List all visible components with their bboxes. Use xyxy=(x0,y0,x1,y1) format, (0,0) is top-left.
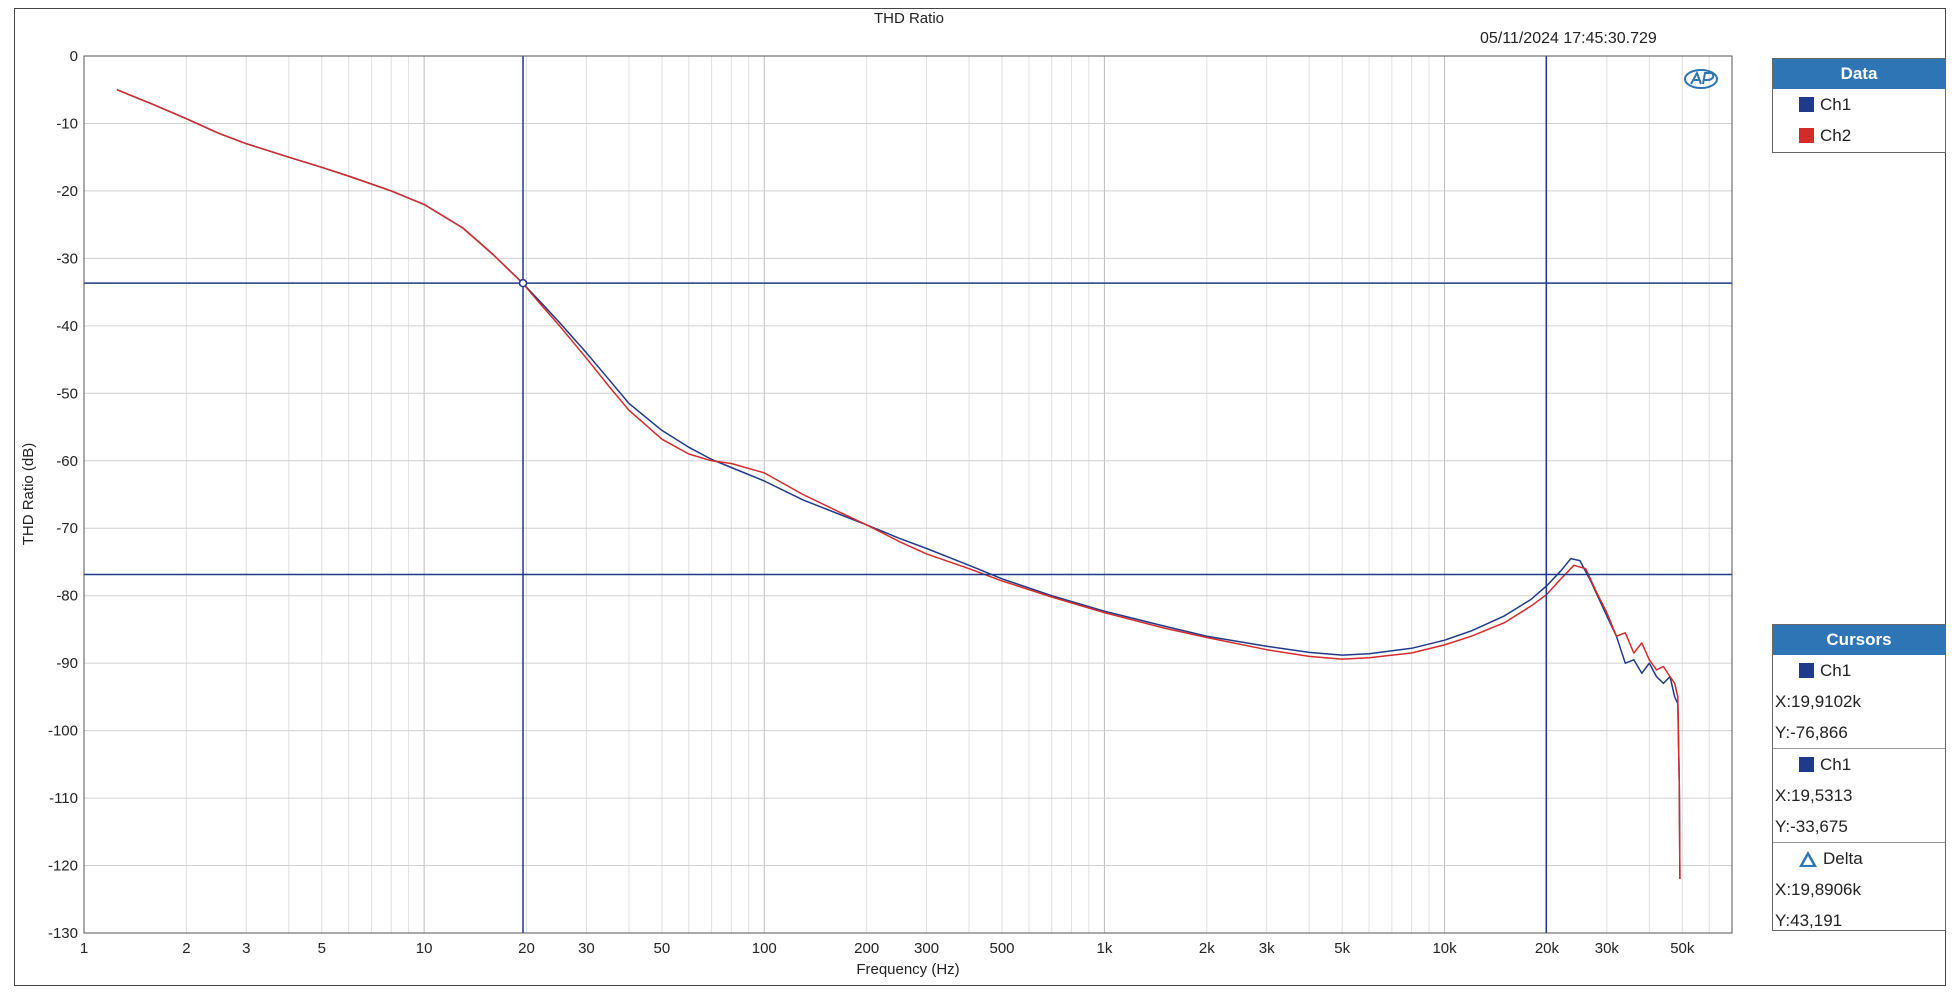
y-tick-label: -20 xyxy=(56,183,78,200)
x-tick-label: 20k xyxy=(1535,940,1560,957)
x-tick-label: 1 xyxy=(80,940,88,957)
y-tick-label: -110 xyxy=(49,790,78,807)
y-tick-label: -100 xyxy=(48,723,78,740)
ch2-swatch-icon xyxy=(1799,128,1814,143)
cursor-2-label: Ch1 xyxy=(1820,754,1852,774)
grid xyxy=(83,55,1733,934)
delta-triangle-icon xyxy=(1799,850,1817,867)
series-line-ch1 xyxy=(116,89,1681,880)
y-tick-label: -30 xyxy=(56,250,78,267)
cursor-layer[interactable] xyxy=(84,56,1732,933)
y-tick-label: -80 xyxy=(56,588,78,605)
y-tick-label: -120 xyxy=(48,858,78,875)
delta-channel: Delta xyxy=(1773,843,1945,874)
delta-y: Y:43,191 xyxy=(1775,910,1843,930)
y-tick-label: -60 xyxy=(56,453,78,470)
x-tick-label: 500 xyxy=(990,940,1015,957)
ch1-swatch-icon xyxy=(1799,97,1814,112)
delta-label: Delta xyxy=(1823,848,1863,868)
y-tick-label: 0 xyxy=(70,48,78,65)
cursor-2-swatch-icon xyxy=(1799,757,1814,772)
x-tick-label: 30 xyxy=(578,940,595,957)
x-tick-label: 100 xyxy=(752,940,777,957)
cursor-1-swatch-icon xyxy=(1799,663,1814,678)
legend-item-ch1[interactable]: Ch1 xyxy=(1773,89,1945,120)
x-tick-label: 10k xyxy=(1432,940,1457,957)
x-tick-label: 2k xyxy=(1199,940,1215,957)
x-tick-label: 3k xyxy=(1259,940,1275,957)
chart-title: THD Ratio xyxy=(874,10,944,27)
legend-item-ch2[interactable]: Ch2 xyxy=(1773,120,1945,151)
cursor-1-x: X:19,9102k xyxy=(1775,691,1862,711)
series-line-ch2 xyxy=(116,89,1681,880)
cursor-1-channel: Ch1 xyxy=(1773,655,1945,686)
x-tick-label: 50 xyxy=(654,940,671,957)
x-tick-label: 2 xyxy=(182,940,190,957)
cursor-1-label: Ch1 xyxy=(1820,660,1852,680)
legend-title: Data xyxy=(1773,59,1945,89)
series-layer xyxy=(116,89,1681,880)
cursor-2-channel: Ch1 xyxy=(1773,749,1945,780)
x-tick-label: 30k xyxy=(1595,940,1620,957)
cursors-title: Cursors xyxy=(1773,625,1945,655)
y-tick-label: -90 xyxy=(56,655,78,672)
x-tick-label: 50k xyxy=(1670,940,1695,957)
delta-group[interactable]: Delta X:19,8906k Y:43,191 xyxy=(1773,843,1945,936)
y-axis-label: THD Ratio (dB) xyxy=(20,443,37,546)
legend-label-ch1: Ch1 xyxy=(1820,94,1852,114)
cursors-panel: Cursors Ch1 X:19,9102k Y:-76,866 Ch1 X:1… xyxy=(1772,624,1946,931)
y-tick-label: -50 xyxy=(56,385,78,402)
x-tick-label: 200 xyxy=(854,940,879,957)
cursor-2-x: X:19,5313 xyxy=(1775,785,1853,805)
delta-x: X:19,8906k xyxy=(1775,879,1862,899)
cursor-marker xyxy=(518,278,528,288)
x-tick-label: 300 xyxy=(914,940,939,957)
x-tick-label: 1k xyxy=(1096,940,1112,957)
legend-label-ch2: Ch2 xyxy=(1820,125,1852,145)
y-tick-label: -40 xyxy=(56,318,78,335)
cursor-2-y: Y:-33,675 xyxy=(1775,816,1848,836)
ap-logo-icon xyxy=(1684,69,1718,89)
x-tick-label: 5k xyxy=(1334,940,1350,957)
axis-ticks: 1 2 3 5 10 20 30 50 100 200 300 500 1k 2k 3k 5k 10k 20k 30… xyxy=(48,48,1695,957)
x-tick-label: 20 xyxy=(518,940,535,957)
x-tick-label: 5 xyxy=(318,940,326,957)
x-tick-label: 3 xyxy=(242,940,250,957)
x-tick-label: 10 xyxy=(416,940,433,957)
timestamp: 05/11/2024 17:45:30.729 xyxy=(1480,30,1657,47)
cursor-1-group[interactable]: Ch1 X:19,9102k Y:-76,866 xyxy=(1773,655,1945,749)
cursor-1-y: Y:-76,866 xyxy=(1775,722,1848,742)
y-tick-label: -70 xyxy=(56,520,78,537)
thd-ratio-chart: THD Ratio 1 2 3 5 10 20 30 50 100 200 300 500 1k 2k 3k… xyxy=(20,10,1733,978)
legend-panel: Data Ch1 Ch2 xyxy=(1772,58,1946,153)
plot-area-border xyxy=(83,55,1733,934)
y-tick-label: -10 xyxy=(56,115,78,132)
y-tick-label: -130 xyxy=(48,925,78,942)
cursor-2-group[interactable]: Ch1 X:19,5313 Y:-33,675 xyxy=(1773,749,1945,843)
x-axis-label: Frequency (Hz) xyxy=(856,961,959,978)
